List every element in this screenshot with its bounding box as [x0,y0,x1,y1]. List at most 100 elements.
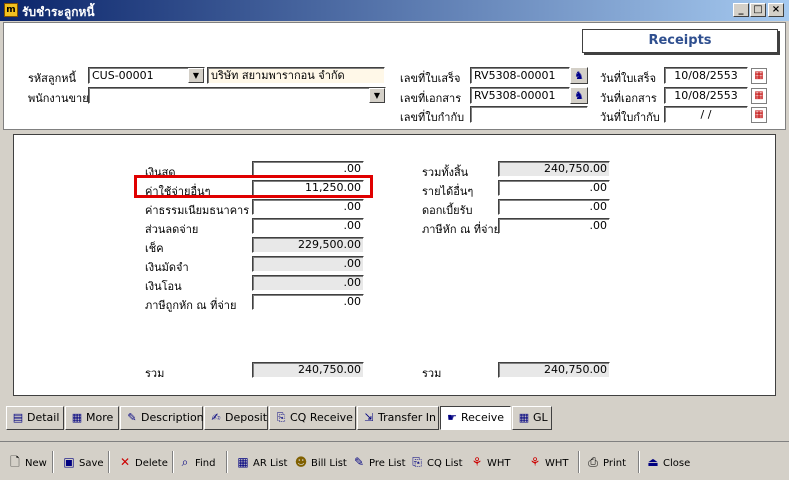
withholding-deducted-amount[interactable]: .00 [252,294,364,310]
grand-total-label: รวมทั้งสิ้น [422,166,469,179]
other-income-amount[interactable]: .00 [498,180,610,196]
transfer-in-icon: ⇲ [364,411,374,424]
discount-amount[interactable]: .00 [252,218,364,234]
delete-button[interactable]: ✕ Delete [118,452,168,472]
pre-list-button[interactable]: ✎ Pre List [352,452,406,472]
toolbar-separator [108,451,110,473]
receipt-no-runner-icon[interactable]: ♞ [570,67,588,84]
customer-name-field: บริษัท สยามพารากอน จำกัด [207,67,385,84]
new-button[interactable]: 🗋 New [8,452,47,472]
receipt-date-calendar-icon[interactable]: ▦ [751,68,767,84]
highlight-box [134,175,373,198]
toolbar-label: AR List [253,458,288,469]
delete-icon: ✕ [119,455,131,469]
doc-date-input[interactable]: 10/08/2553 [664,87,748,104]
receipt-date-label: วันที่ใบเสร็จ [600,72,657,85]
tab-label: Description [141,411,204,424]
ar-list-button[interactable]: ▦ AR List [236,452,287,472]
tax-invoice-input[interactable] [470,106,588,123]
cheque-amount: 229,500.00 [252,237,364,253]
toolbar-label: WHT [545,458,569,469]
toolbar-label: Find [195,458,216,469]
save-button[interactable]: ▣ Save [62,452,104,472]
print-icon: ⎙ [588,455,598,469]
close-window-button[interactable]: × [768,3,784,17]
right-total-label: รวม [422,367,442,380]
tax-invoice-date-input[interactable]: / / [664,106,748,123]
tab-deposit[interactable]: ✍ Deposit [204,406,268,430]
receipt-date-input[interactable]: 10/08/2553 [664,67,748,84]
doc-no-input[interactable]: RV5308-00001 [470,87,570,104]
receipts-label: Receipts [582,29,778,53]
tab-description[interactable]: ✎ Description [120,406,204,430]
tab-receive[interactable]: ☛ Receive [440,406,511,430]
deposit-icon: ✍ [211,411,221,424]
more-icon: ▦ [71,411,83,424]
save-icon: ▣ [63,455,75,469]
interest-income-label: ดอกเบี้ยรับ [422,204,473,217]
bill-list-icon: ☻ [294,455,308,469]
left-total-label: รวม [145,367,165,380]
doc-date-label: วันที่เอกสาร [600,92,657,105]
transfer-label: เงินโอน [145,280,182,293]
right-total-amount: 240,750.00 [498,362,610,378]
toolbar-separator [226,451,228,473]
tab-gl[interactable]: ▦ GL [512,406,552,430]
deposit-amount: .00 [252,256,364,272]
tab-label: Receive [461,411,505,424]
receipt-no-label: เลขที่ใบเสร็จ [400,72,461,85]
toolbar-label: Bill List [311,458,347,469]
wht-button-2[interactable]: ⚘ WHT [528,452,569,472]
cheque-label: เช็ค [145,242,164,255]
cq-list-button[interactable]: ⎘ CQ List [410,452,462,472]
bank-fee-label: ค่าธรรมเนียมธนาคาร [145,204,250,217]
receipt-no-input[interactable]: RV5308-00001 [470,67,570,84]
tax-invoice-date-calendar-icon[interactable]: ▦ [751,107,767,123]
doc-date-calendar-icon[interactable]: ▦ [751,88,767,104]
window-title: รับชำระลูกหนี้ [22,5,95,19]
wht-icon: ⚘ [471,455,483,469]
find-button[interactable]: ⌕ Find [178,452,216,472]
tab-more[interactable]: ▦ More [65,406,119,430]
customer-dropdown-button[interactable]: ▼ [188,68,204,83]
receive-icon: ☛ [447,411,457,424]
withholding-tax-amount[interactable]: .00 [498,218,610,234]
tab-detail[interactable]: ▤ Detail [6,406,64,430]
tab-cq-receive[interactable]: ⎘ CQ Receive [269,406,356,430]
wht-button[interactable]: ⚘ WHT [470,452,511,472]
payment-box [13,134,776,396]
description-icon: ✎ [127,411,137,424]
minimize-button[interactable]: _ [733,3,749,17]
grand-total-amount: 240,750.00 [498,161,610,177]
toolbar-separator [52,451,54,473]
maximize-button[interactable]: □ [750,3,766,17]
salesperson-dropdown-button[interactable]: ▼ [369,88,385,103]
toolbar-label: New [25,458,47,469]
bill-list-button[interactable]: ☻ Bill List [294,452,347,472]
salesperson-label: พนักงานขาย [28,92,89,105]
tab-label: Detail [27,411,60,424]
salesperson-input[interactable] [88,87,386,104]
wht-icon: ⚘ [529,455,541,469]
deposit-label: เงินมัดจำ [145,261,189,274]
tab-transfer-in[interactable]: ⇲ Transfer In [357,406,439,430]
close-button[interactable]: ⏏ Close [646,452,690,472]
toolbar-label: Close [663,458,691,469]
toolbar-label: Save [79,458,104,469]
close-icon: ⏏ [647,455,659,469]
toolbar-label: Print [603,458,627,469]
toolbar-separator [638,451,640,473]
withholding-deducted-label: ภาษีถูกหัก ณ ที่จ่าย [145,299,237,312]
window-titlebar: m รับชำระลูกหนี้ _ □ × [0,0,789,21]
tab-label: CQ Receive [290,411,353,424]
bottom-toolbar: 🗋 New ▣ Save ✕ Delete ⌕ Find ▦ AR List ☻ Bill … [0,441,789,480]
interest-income-amount[interactable]: .00 [498,199,610,215]
cq-receive-icon: ⎘ [276,411,286,424]
toolbar-separator [172,451,174,473]
find-icon: ⌕ [181,455,189,469]
doc-no-runner-icon[interactable]: ♞ [570,87,588,104]
bank-fee-amount[interactable]: .00 [252,199,364,215]
print-button[interactable]: ⎙ Print [586,452,626,472]
header-panel: Receipts รหัสลูกหนี้ CUS-00001 ▼ บริษัท … [3,22,786,130]
detail-icon: ▤ [12,411,24,424]
